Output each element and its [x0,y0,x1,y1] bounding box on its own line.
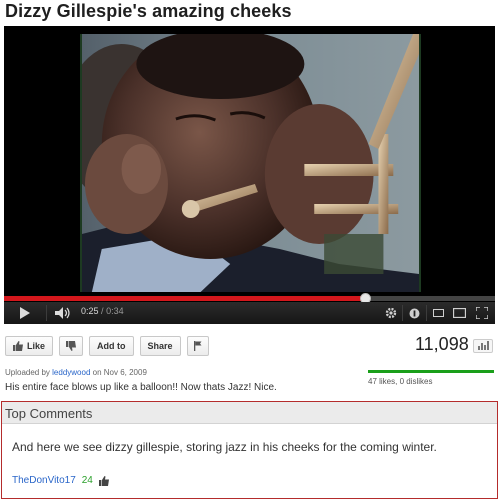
upload-info: Uploaded by leddywood on Nov 6, 2009 [5,368,147,377]
video-title: Dizzy Gillespie's amazing cheeks [5,1,292,21]
likes-dislikes-count: 47 likes, 0 dislikes [368,377,433,386]
play-icon [20,307,30,319]
gear-icon [385,307,397,319]
flag-button[interactable] [186,336,209,356]
thumbs-up-icon [13,341,23,351]
small-player-button[interactable] [429,302,447,324]
share-label: Share [147,341,173,351]
time-display: 0:25 / 0:34 [81,306,124,316]
stats-bar-icon [483,345,486,350]
upload-prefix: Uploaded by [5,368,50,377]
dislike-button[interactable] [59,336,84,356]
view-count: 11,098 [415,334,469,354]
fullscreen-icon [476,307,488,319]
action-buttons: Like Add to Share [5,336,209,358]
like-button[interactable]: Like [5,336,54,356]
upload-date: on Nov 6, 2009 [92,368,147,377]
video-description: His entire face blows up like a balloon!… [5,382,277,393]
flag-icon [193,341,202,351]
video-player[interactable]: 0:25 / 0:34 [4,26,495,324]
comments-header: Top Comments [2,402,497,424]
annotations-icon [409,308,419,318]
divider [402,305,403,321]
large-player-button[interactable] [450,302,468,324]
like-label: Like [27,341,46,351]
fullscreen-button[interactable] [473,302,491,324]
settings-button[interactable] [382,302,400,324]
add-to-label: Add to [97,341,126,351]
time-duration: 0:34 [106,306,124,316]
like-ratio-bar [368,370,494,373]
annotations-button[interactable] [405,302,423,324]
statistics-button[interactable] [473,339,493,353]
video-frame-image [82,34,419,292]
uploader-link[interactable]: leddywood [52,368,90,377]
stats-bar-icon [480,343,483,350]
small-player-icon [432,309,444,317]
thumbs-down-icon [66,341,77,351]
comments-section: Top Comments And here we see dizzy gille… [1,401,498,499]
add-to-button[interactable]: Add to [89,336,134,356]
volume-button[interactable] [52,302,74,324]
progress-played [4,296,365,301]
volume-icon [55,307,70,319]
comment-text: And here we see dizzy gillespie, storing… [12,440,437,454]
progress-bar[interactable] [4,293,495,304]
thumbs-up-icon[interactable] [98,475,109,486]
stats-bar-icon [477,346,480,350]
stats-bar-icon [486,341,489,350]
share-button[interactable]: Share [139,336,181,356]
comment-like-count: 24 [81,475,93,486]
comment-author-link[interactable]: TheDonVito17 [12,475,76,486]
divider [46,305,47,321]
time-current: 0:25 [81,306,99,316]
large-player-icon [452,308,466,318]
play-button[interactable] [10,302,40,324]
comment-meta: TheDonVito17 24 [12,475,109,486]
player-controls: 0:25 / 0:34 [4,302,495,324]
divider [426,305,427,321]
video-frame [80,34,421,292]
video-area[interactable] [4,26,495,294]
